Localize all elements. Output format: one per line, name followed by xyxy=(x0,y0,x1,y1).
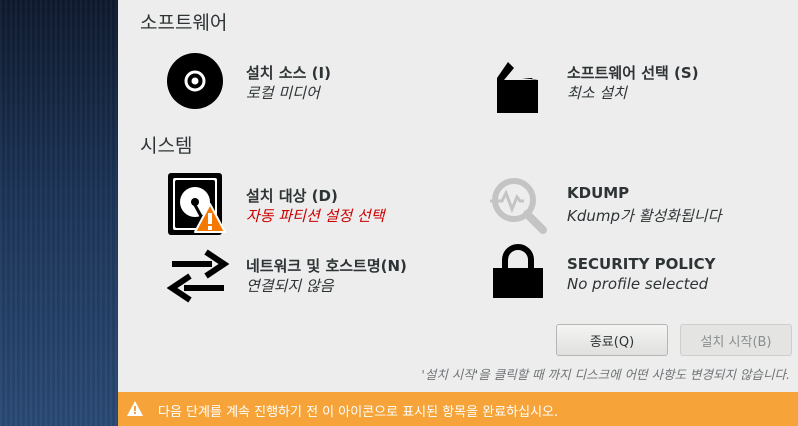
disc-icon xyxy=(167,53,223,109)
spoke-status: No profile selected xyxy=(567,275,709,293)
begin-installation-button[interactable]: 설치 시작(B) xyxy=(680,324,792,356)
warning-bar: 다음 단계를 계속 진행하기 전 이 아이콘으로 표시된 항목을 완료하십시오. xyxy=(118,392,798,426)
spoke-title: 소프트웨어 선택 (S) xyxy=(567,64,699,82)
spoke-status: 최소 설치 xyxy=(567,84,627,102)
section-title-system: 시스템 xyxy=(140,135,193,157)
warning-message: 다음 단계를 계속 진행하기 전 이 아이콘으로 표시된 항목을 완료하십시오. xyxy=(158,405,559,420)
spoke-title: KDUMP xyxy=(567,184,630,202)
spoke-status-warning: 자동 파티션 설정 선택 xyxy=(246,207,385,225)
section-title-software: 소프트웨어 xyxy=(140,12,228,34)
warning-icon xyxy=(127,401,143,416)
spoke-title: SECURITY POLICY xyxy=(567,255,716,273)
spoke-software-selection[interactable]: 소프트웨어 선택 (S) 최소 설치 xyxy=(492,56,792,120)
package-icon xyxy=(497,62,538,113)
warning-icon xyxy=(194,203,226,233)
spoke-title: 설치 대상 (D) xyxy=(246,187,338,205)
spoke-status: 연결되지 않음 xyxy=(246,277,334,295)
spoke-install-destination[interactable]: 설치 대상 (D) 자동 파티션 설정 선택 xyxy=(166,172,466,238)
network-arrows-icon xyxy=(166,249,230,303)
spoke-status: 로컬 미디어 xyxy=(246,84,320,102)
lock-icon xyxy=(493,244,543,298)
spoke-kdump[interactable]: KDUMP Kdump가 활성화됩니다 xyxy=(490,174,790,238)
spoke-title: 설치 소스 (I) xyxy=(246,64,331,82)
spoke-security-policy[interactable]: SECURITY POLICY No profile selected xyxy=(492,244,792,308)
sidebar-pattern xyxy=(0,0,118,426)
spoke-title: 네트워크 및 호스트명(N) xyxy=(246,257,407,275)
sidebar xyxy=(0,0,118,426)
quit-button[interactable]: 종료(Q) xyxy=(556,324,668,356)
spoke-status: Kdump가 활성화됩니다 xyxy=(567,207,722,225)
spoke-network[interactable]: 네트워크 및 호스트명(N) 연결되지 않음 xyxy=(166,244,506,308)
install-hint: '설치 시작'을 클릭할 때 까지 디스크에 어떤 사항도 변경되지 않습니다. xyxy=(421,367,790,382)
main-content: 소프트웨어 설치 소스 (I) 로컬 미디어 소프트웨어 선택 (S) 최소 설… xyxy=(118,0,798,426)
spoke-install-source[interactable]: 설치 소스 (I) 로컬 미디어 xyxy=(166,50,466,114)
search-icon xyxy=(490,178,547,234)
